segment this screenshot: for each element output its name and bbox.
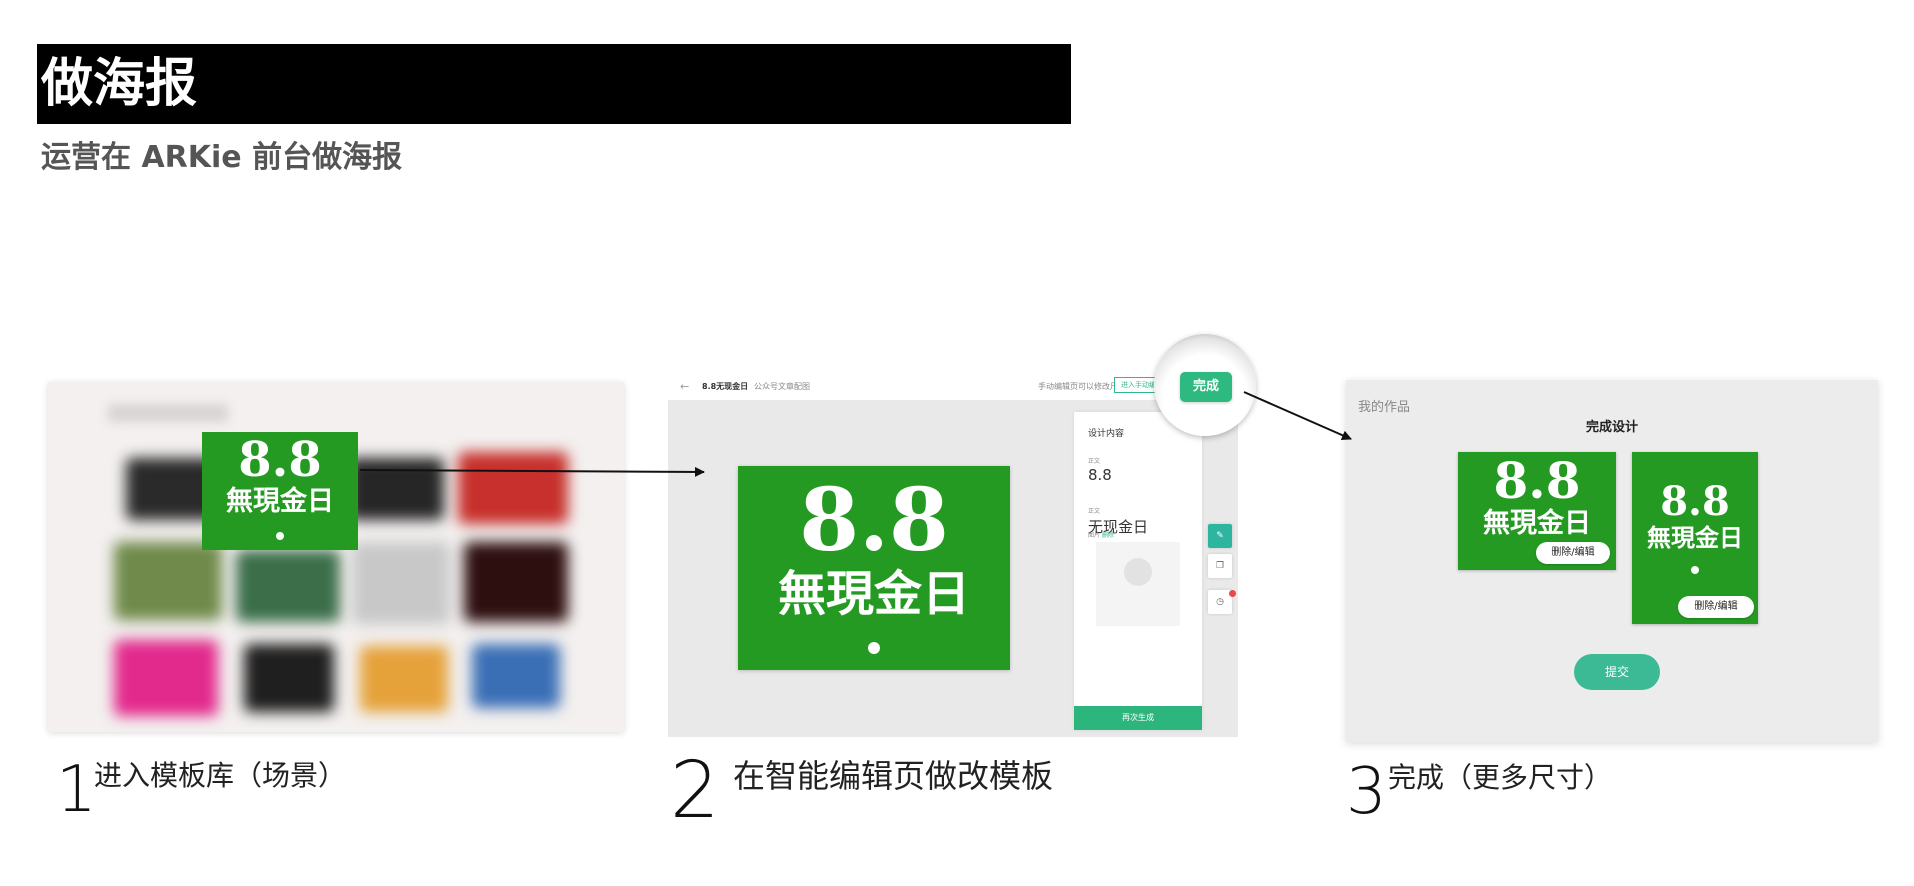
step-label: 完成（更多尺寸） <box>1388 761 1613 794</box>
step-number: 2 <box>670 746 720 836</box>
arrow-right-icon <box>1243 391 1352 440</box>
step-number: 3 <box>1346 755 1387 829</box>
step-number: 1 <box>56 753 97 827</box>
flow-arrows <box>359 391 1352 477</box>
step-label: 进入模板库（场景） <box>94 759 347 792</box>
step-label: 在智能编辑页做改模板 <box>733 757 1054 795</box>
arrow-right-icon <box>359 466 705 477</box>
